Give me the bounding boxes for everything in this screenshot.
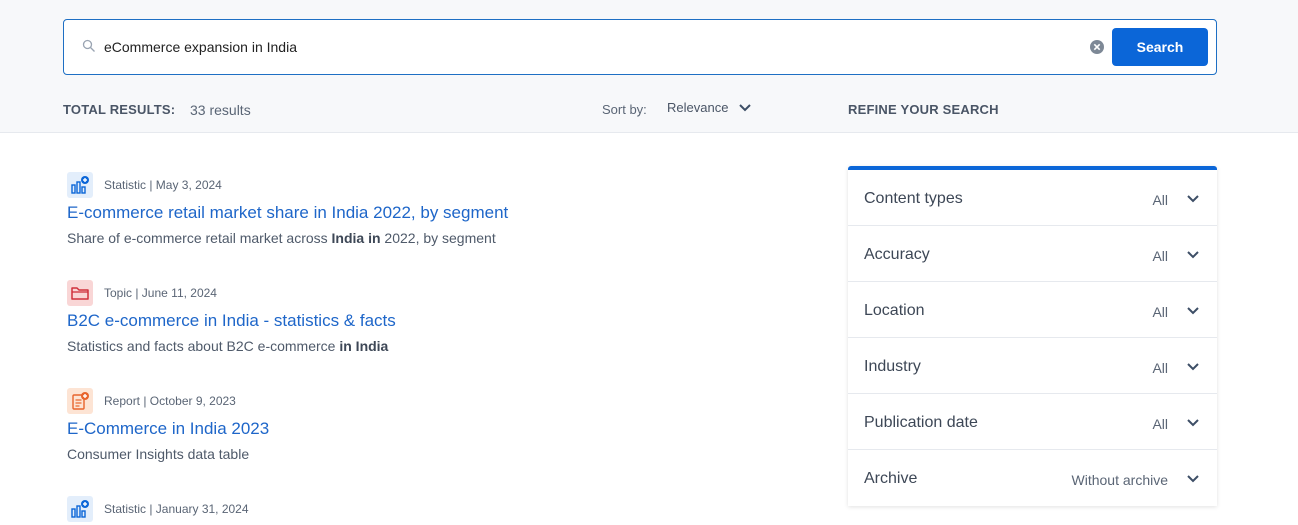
sort-label: Sort by: xyxy=(602,102,647,117)
chevron-down-icon xyxy=(1187,475,1199,483)
filter-value: All xyxy=(1152,416,1168,432)
total-results-count: 33 results xyxy=(190,102,251,118)
result-title-link[interactable]: E-commerce retail market share in India … xyxy=(67,203,807,223)
search-box: Search xyxy=(63,19,1217,75)
chevron-down-icon xyxy=(1187,251,1199,259)
filter-label: Publication date xyxy=(864,414,978,431)
filter-content-types[interactable]: Content types All xyxy=(848,170,1217,226)
filter-archive[interactable]: Archive Without archive xyxy=(848,450,1217,506)
filter-label: Industry xyxy=(864,358,921,375)
result-item: Report | October 9, 2023 E-Commerce in I… xyxy=(67,388,807,462)
filter-value: All xyxy=(1152,360,1168,376)
sort-dropdown[interactable]: Relevance xyxy=(667,100,752,115)
chevron-down-icon xyxy=(1187,419,1199,427)
filter-accuracy[interactable]: Accuracy All xyxy=(848,226,1217,282)
filter-label: Archive xyxy=(864,470,918,487)
result-meta: Statistic | May 3, 2024 xyxy=(104,178,222,192)
total-results-label: TOTAL RESULTS: xyxy=(63,102,176,117)
result-meta: Statistic | January 31, 2024 xyxy=(104,502,249,516)
filter-value: All xyxy=(1152,248,1168,264)
sort-value: Relevance xyxy=(667,100,729,115)
chevron-down-icon xyxy=(1187,363,1199,371)
result-item: Statistic | May 3, 2024 E-commerce retai… xyxy=(67,172,807,246)
statistic-icon xyxy=(67,496,93,522)
filter-value: All xyxy=(1152,192,1168,208)
filter-label: Location xyxy=(864,302,925,319)
topic-icon xyxy=(67,280,93,306)
search-button[interactable]: Search xyxy=(1112,28,1208,66)
filter-value: All xyxy=(1152,304,1168,320)
result-meta: Report | October 9, 2023 xyxy=(104,394,236,408)
result-meta: Topic | June 11, 2024 xyxy=(104,286,217,300)
result-description: Consumer Insights data table xyxy=(67,446,250,462)
refine-panel: Content types All Accuracy All Location … xyxy=(848,166,1217,506)
result-title-link[interactable]: B2C e-commerce in India - statistics & f… xyxy=(67,311,807,331)
filter-label: Content types xyxy=(864,190,963,207)
report-icon xyxy=(67,388,93,414)
result-item: Topic | June 11, 2024 B2C e-commerce in … xyxy=(67,280,807,354)
filter-value: Without archive xyxy=(1071,472,1168,488)
result-title-link[interactable]: E-Commerce in India 2023 xyxy=(67,419,807,439)
clear-search-icon[interactable] xyxy=(1089,39,1105,55)
filter-label: Accuracy xyxy=(864,246,930,263)
filter-publication-date[interactable]: Publication date All xyxy=(848,394,1217,450)
statistic-icon xyxy=(67,172,93,198)
chevron-down-icon xyxy=(1187,307,1199,315)
search-icon xyxy=(82,39,95,52)
result-description: Share of e-commerce retail market across… xyxy=(67,230,496,246)
filter-industry[interactable]: Industry All xyxy=(848,338,1217,394)
filter-location[interactable]: Location All xyxy=(848,282,1217,338)
result-description: Statistics and facts about B2C e-commerc… xyxy=(67,338,389,354)
search-input[interactable] xyxy=(104,34,1064,60)
result-item: Statistic | January 31, 2024 xyxy=(67,496,807,522)
chevron-down-icon xyxy=(1187,195,1199,203)
chevron-down-icon xyxy=(739,103,752,111)
refine-title: REFINE YOUR SEARCH xyxy=(848,102,999,117)
